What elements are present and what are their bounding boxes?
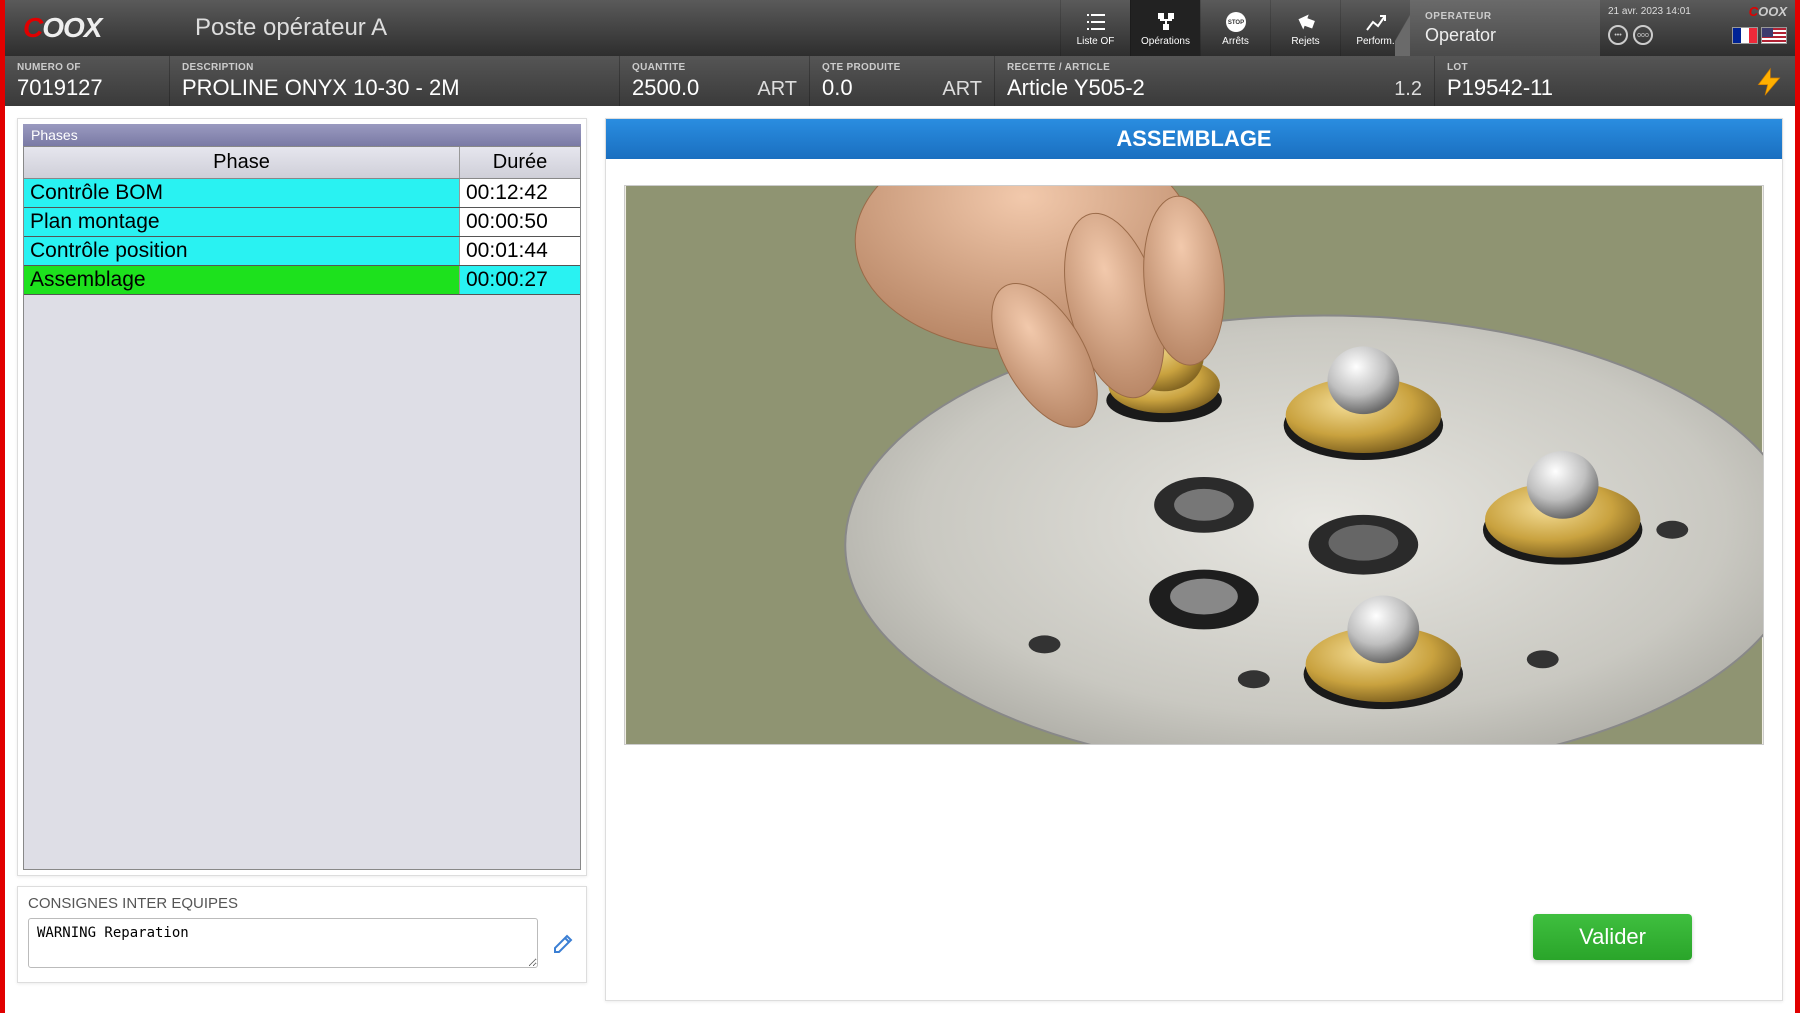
phase-name: Contrôle position	[24, 237, 460, 265]
brand-logo: COOX	[5, 0, 190, 56]
operation-panel: ASSEMBLAGE	[605, 118, 1783, 1001]
consignes-label: CONSIGNES INTER EQUIPES	[28, 895, 576, 912]
svg-text:STOP: STOP	[1227, 20, 1243, 26]
consignes-panel: CONSIGNES INTER EQUIPES	[17, 886, 587, 983]
lot-label: LOT	[1447, 62, 1783, 73]
phase-duration: 00:01:44	[460, 237, 580, 265]
consignes-input[interactable]	[28, 918, 538, 968]
quantite-value: 2500.0	[632, 75, 699, 101]
info-strip: NUMERO OF 7019127 DESCRIPTION PROLINE ON…	[5, 56, 1795, 106]
phases-panel: Phases Phase Durée Contrôle BOM00:12:42P…	[17, 118, 587, 876]
datetime: 21 avr. 2023 14:01	[1608, 6, 1691, 17]
user-area[interactable]: OPERATEUR Operator	[1410, 0, 1600, 56]
nav-liste-of[interactable]: Liste OF	[1060, 0, 1130, 56]
page-title: Poste opérateur A	[190, 0, 387, 56]
numero-of-label: NUMERO OF	[17, 62, 157, 73]
main-area: Phases Phase Durée Contrôle BOM00:12:42P…	[5, 106, 1795, 1013]
description-value: PROLINE ONYX 10-30 - 2M	[182, 75, 607, 101]
stop-icon: STOP	[1224, 10, 1248, 34]
quantite-unit: ART	[757, 78, 797, 101]
nav-arrets[interactable]: STOP Arrêts	[1200, 0, 1270, 56]
phase-duration: 00:00:50	[460, 208, 580, 236]
phase-duration: 00:12:42	[460, 179, 580, 207]
settings-circle-icon[interactable]: •••	[1608, 25, 1628, 45]
table-row[interactable]: Assemblage00:00:27	[24, 266, 580, 295]
recette-label: RECETTE / ARTICLE	[1007, 62, 1422, 73]
header-right: 21 avr. 2023 14:01 COOX ••• ooo	[1600, 0, 1795, 56]
flag-us-icon[interactable]	[1761, 27, 1787, 44]
phases-col-phase: Phase	[24, 147, 460, 178]
phase-duration: 00:00:27	[460, 266, 580, 294]
assembly-image	[624, 185, 1764, 745]
recette-value: Article Y505-2	[1007, 75, 1145, 101]
description-label: DESCRIPTION	[182, 62, 607, 73]
lightning-icon[interactable]	[1753, 64, 1785, 100]
lot-value: P19542-11	[1447, 75, 1783, 101]
flag-fr-icon[interactable]	[1732, 27, 1758, 44]
nav-rejets[interactable]: Rejets	[1270, 0, 1340, 56]
small-brand-logo: COOX	[1749, 4, 1787, 19]
operation-title: ASSEMBLAGE	[606, 119, 1782, 159]
table-row[interactable]: Contrôle position00:01:44	[24, 237, 580, 266]
qte-produite-unit: ART	[942, 78, 982, 101]
list-icon	[1084, 10, 1108, 34]
phase-name: Assemblage	[24, 266, 460, 294]
recette-version: 1.2	[1394, 78, 1422, 101]
pencil-icon[interactable]	[552, 931, 576, 955]
phases-col-duration: Durée	[460, 147, 580, 178]
qte-produite-label: QTE PRODUITE	[822, 62, 982, 73]
phase-name: Contrôle BOM	[24, 179, 460, 207]
numero-of-value: 7019127	[17, 75, 157, 101]
user-role-label: OPERATEUR	[1425, 11, 1585, 22]
phases-table: Phase Durée Contrôle BOM00:12:42Plan mon…	[23, 146, 581, 870]
nav-buttons: Liste OF Opérations STOP Arrêts Rejets P…	[1060, 0, 1410, 56]
top-header: COOX Poste opérateur A Liste OF Opératio…	[5, 0, 1795, 56]
nav-operations[interactable]: Opérations	[1130, 0, 1200, 56]
operations-icon	[1154, 10, 1178, 34]
validate-button[interactable]: Valider	[1533, 914, 1692, 960]
table-row[interactable]: Plan montage00:00:50	[24, 208, 580, 237]
phase-name: Plan montage	[24, 208, 460, 236]
table-row[interactable]: Contrôle BOM00:12:42	[24, 179, 580, 208]
user-name: Operator	[1425, 25, 1585, 46]
qte-produite-value: 0.0	[822, 75, 853, 101]
more-circle-icon[interactable]: ooo	[1633, 25, 1653, 45]
quantite-label: QUANTITE	[632, 62, 797, 73]
phases-panel-title: Phases	[23, 124, 581, 146]
chart-up-icon	[1364, 10, 1388, 34]
reject-icon	[1294, 10, 1318, 34]
